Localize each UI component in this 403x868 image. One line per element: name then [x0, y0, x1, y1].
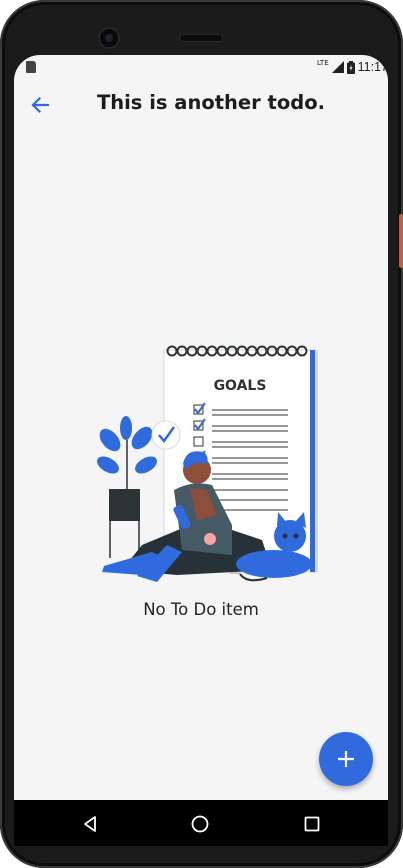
check-bubble	[151, 420, 181, 450]
goals-label: GOALS	[214, 378, 267, 394]
status-bar: LTE 11:17	[14, 55, 388, 79]
nav-back-button[interactable]	[78, 812, 102, 836]
status-indicators: LTE 11:17	[317, 59, 388, 75]
device-frame: LTE 11:17 This is another todo. GOALS No…	[0, 0, 403, 868]
front-camera	[100, 29, 118, 47]
nav-recents-button[interactable]	[300, 812, 324, 836]
recents-square-icon	[304, 816, 320, 832]
plus-icon	[338, 751, 354, 767]
add-todo-button[interactable]	[319, 732, 373, 786]
empty-state-message: No To Do item	[143, 600, 259, 619]
network-type-label: LTE	[317, 58, 329, 67]
nav-home-button[interactable]	[188, 812, 212, 836]
goals-illustration: GOALS	[97, 345, 318, 582]
home-circle-icon	[191, 815, 209, 833]
earpiece-speaker	[180, 35, 222, 41]
app-screen: LTE 11:17 This is another todo. GOALS No…	[14, 55, 388, 800]
potted-plant	[97, 416, 157, 558]
sd-card-icon	[26, 61, 36, 73]
back-triangle-icon	[84, 816, 96, 832]
system-nav-bar	[14, 800, 388, 846]
signal-icon	[331, 61, 344, 73]
battery-icon	[346, 60, 355, 74]
side-button	[399, 214, 403, 268]
app-bar: This is another todo.	[14, 83, 388, 127]
status-time: 11:17	[357, 60, 388, 74]
page-title: This is another todo.	[96, 91, 326, 114]
